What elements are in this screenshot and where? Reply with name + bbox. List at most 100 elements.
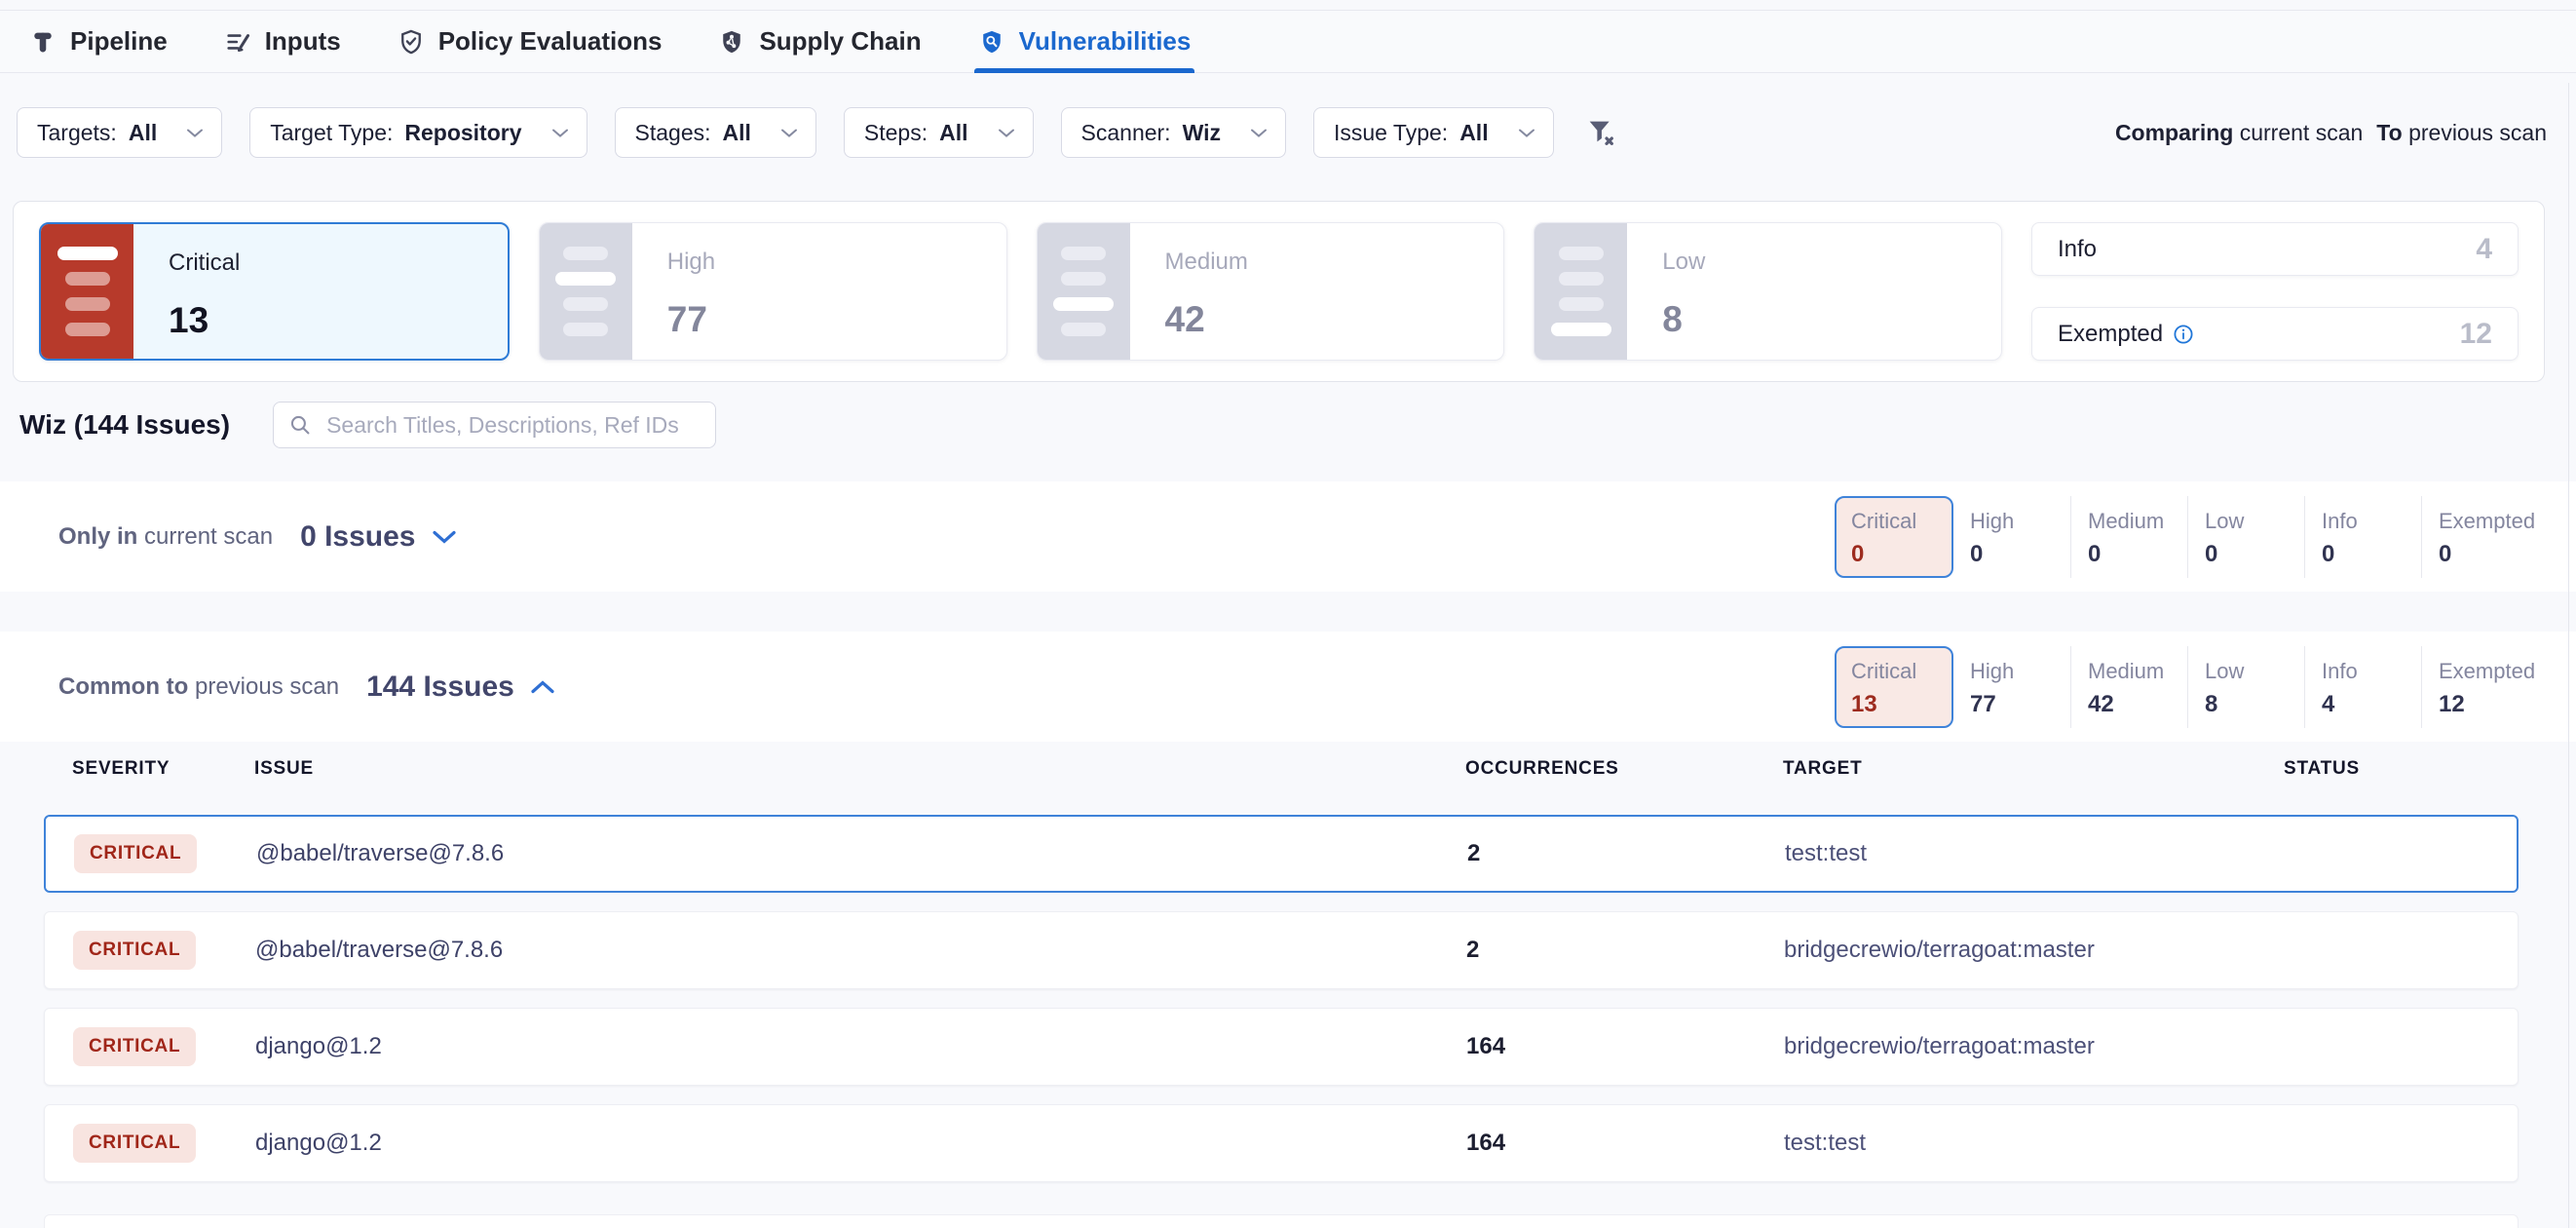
common-to-issues-toggle[interactable]: 144 Issues (366, 671, 555, 704)
target-cell: test:test (1784, 1130, 2285, 1157)
severity-chip-row: Critical 0 High 0 Medium 0 Low 0 Info 0 … (1835, 496, 2538, 578)
severity-card-count: 42 (1165, 299, 1248, 340)
severity-card-count: 77 (667, 299, 715, 340)
chip-count: 0 (2439, 541, 2538, 568)
severity-badge: CRITICAL (73, 1027, 196, 1066)
exempted-card-label: Exempted (2058, 321, 2163, 348)
chip-info[interactable]: Info 0 (2304, 496, 2421, 578)
chip-high[interactable]: High 0 (1953, 496, 2070, 578)
filter-steps[interactable]: Steps: All (844, 107, 1034, 158)
filter-row: Targets: All Target Type: Repository Sta… (17, 107, 2547, 158)
filter-label: Targets: (37, 120, 117, 146)
filter-targets[interactable]: Targets: All (17, 107, 222, 158)
severity-bars-icon (1038, 223, 1130, 360)
next-row-peek (44, 1214, 2519, 1228)
scrollbar-track[interactable] (2568, 83, 2569, 1228)
chip-info[interactable]: Info 4 (2304, 646, 2421, 728)
filter-value: Repository (404, 120, 521, 146)
chip-label: High (1970, 659, 2070, 684)
chip-label: Medium (2088, 509, 2187, 534)
filter-label: Scanner: (1081, 120, 1171, 146)
chip-low[interactable]: Low 8 (2187, 646, 2304, 728)
search-icon (288, 413, 313, 438)
info-card[interactable]: Info 4 (2031, 222, 2519, 276)
severity-bars-icon (1534, 223, 1627, 360)
tab-label: Policy Evaluations (438, 26, 663, 57)
table-row[interactable]: CRITICAL django@1.2 164 test:test (44, 1104, 2519, 1182)
column-header-issue: ISSUE (254, 758, 1465, 780)
chip-label: Info (2322, 659, 2421, 684)
comparing-bold: Comparing (2115, 120, 2233, 145)
issues-count: 144 Issues (366, 671, 514, 704)
search-input[interactable] (273, 402, 716, 448)
chip-medium[interactable]: Medium 42 (2070, 646, 2187, 728)
chip-count: 12 (2439, 691, 2538, 718)
chip-exempted[interactable]: Exempted 12 (2421, 646, 2538, 728)
chip-label: Exempted (2439, 509, 2538, 534)
tab-supply-chain[interactable]: Supply Chain (718, 11, 921, 72)
info-icon[interactable] (2173, 324, 2194, 345)
chip-exempted[interactable]: Exempted 0 (2421, 496, 2538, 578)
top-nav: Pipeline Inputs Policy Evaluations Suppl… (0, 10, 2576, 73)
scanner-section-header: Wiz (144 Issues) (19, 402, 716, 448)
scanner-title: Wiz (144 Issues) (19, 409, 230, 441)
severity-bars-icon (540, 223, 632, 360)
chip-label: Critical (1851, 509, 1951, 534)
target-cell: bridgecrewio/terragoat:master (1784, 937, 2285, 964)
filter-target-type[interactable]: Target Type: Repository (249, 107, 587, 158)
section-prefix-text: current scan (144, 523, 273, 550)
exempted-card[interactable]: Exempted 12 (2031, 307, 2519, 361)
severity-card-count: 8 (1662, 299, 1705, 340)
filter-value: All (723, 120, 751, 146)
chip-critical[interactable]: Critical 13 (1835, 646, 1953, 728)
filter-scanner[interactable]: Scanner: Wiz (1061, 107, 1286, 158)
chip-critical[interactable]: Critical 0 (1835, 496, 1953, 578)
severity-card-high[interactable]: High 77 (539, 222, 1007, 361)
chip-medium[interactable]: Medium 0 (2070, 496, 2187, 578)
chevron-down-icon (1518, 128, 1535, 138)
issue-cell: django@1.2 (255, 1130, 1466, 1157)
chip-count: 0 (1851, 541, 1951, 568)
comparing-scan-b: previous scan (2408, 120, 2547, 145)
table-row[interactable]: CRITICAL @babel/traverse@7.8.6 2 bridgec… (44, 911, 2519, 989)
tab-inputs[interactable]: Inputs (224, 11, 341, 72)
vulnerabilities-icon (978, 28, 1005, 56)
chip-count: 13 (1851, 691, 1951, 718)
filter-stages[interactable]: Stages: All (615, 107, 816, 158)
comparing-to: To (2376, 120, 2402, 145)
severity-card-label: Critical (169, 249, 240, 277)
filter-clear-icon[interactable] (1585, 117, 1616, 148)
severity-card-medium[interactable]: Medium 42 (1037, 222, 1505, 361)
table-row[interactable]: CRITICAL django@1.2 164 bridgecrewio/ter… (44, 1008, 2519, 1086)
tab-label: Pipeline (70, 26, 168, 57)
column-header-status: STATUS (2284, 758, 2519, 780)
occurrences-cell: 164 (1466, 1033, 1784, 1060)
chip-high[interactable]: High 77 (1953, 646, 2070, 728)
chip-low[interactable]: Low 0 (2187, 496, 2304, 578)
severity-summary-panel: Critical 13 High 77 Medium 42 Low 8 I (13, 201, 2545, 382)
chip-label: Low (2205, 509, 2304, 534)
tab-policy-evaluations[interactable]: Policy Evaluations (398, 11, 663, 72)
tab-pipeline[interactable]: Pipeline (29, 11, 168, 72)
chip-label: Info (2322, 509, 2421, 534)
tab-vulnerabilities[interactable]: Vulnerabilities (978, 11, 1192, 72)
chip-count: 0 (2205, 541, 2304, 568)
issues-count: 0 Issues (300, 520, 415, 554)
table-row[interactable]: CRITICAL @babel/traverse@7.8.6 2 test:te… (44, 815, 2519, 893)
severity-card-low[interactable]: Low 8 (1534, 222, 2002, 361)
filter-value: All (939, 120, 967, 146)
target-cell: test:test (1785, 840, 2286, 867)
inputs-icon (224, 28, 251, 56)
issue-cell: django@1.2 (255, 1033, 1466, 1060)
severity-chip-row: Critical 13 High 77 Medium 42 Low 8 Info… (1835, 646, 2538, 728)
severity-card-critical[interactable]: Critical 13 (39, 222, 510, 361)
filter-issue-type[interactable]: Issue Type: All (1313, 107, 1554, 158)
column-header-severity: SEVERITY (72, 758, 254, 780)
filter-label: Steps: (864, 120, 928, 146)
tab-label: Supply Chain (759, 26, 921, 57)
chip-label: Critical (1851, 659, 1951, 684)
only-in-issues-toggle[interactable]: 0 Issues (300, 520, 456, 554)
chip-count: 4 (2322, 691, 2421, 718)
occurrences-cell: 2 (1466, 937, 1784, 964)
filter-value: Wiz (1183, 120, 1221, 146)
